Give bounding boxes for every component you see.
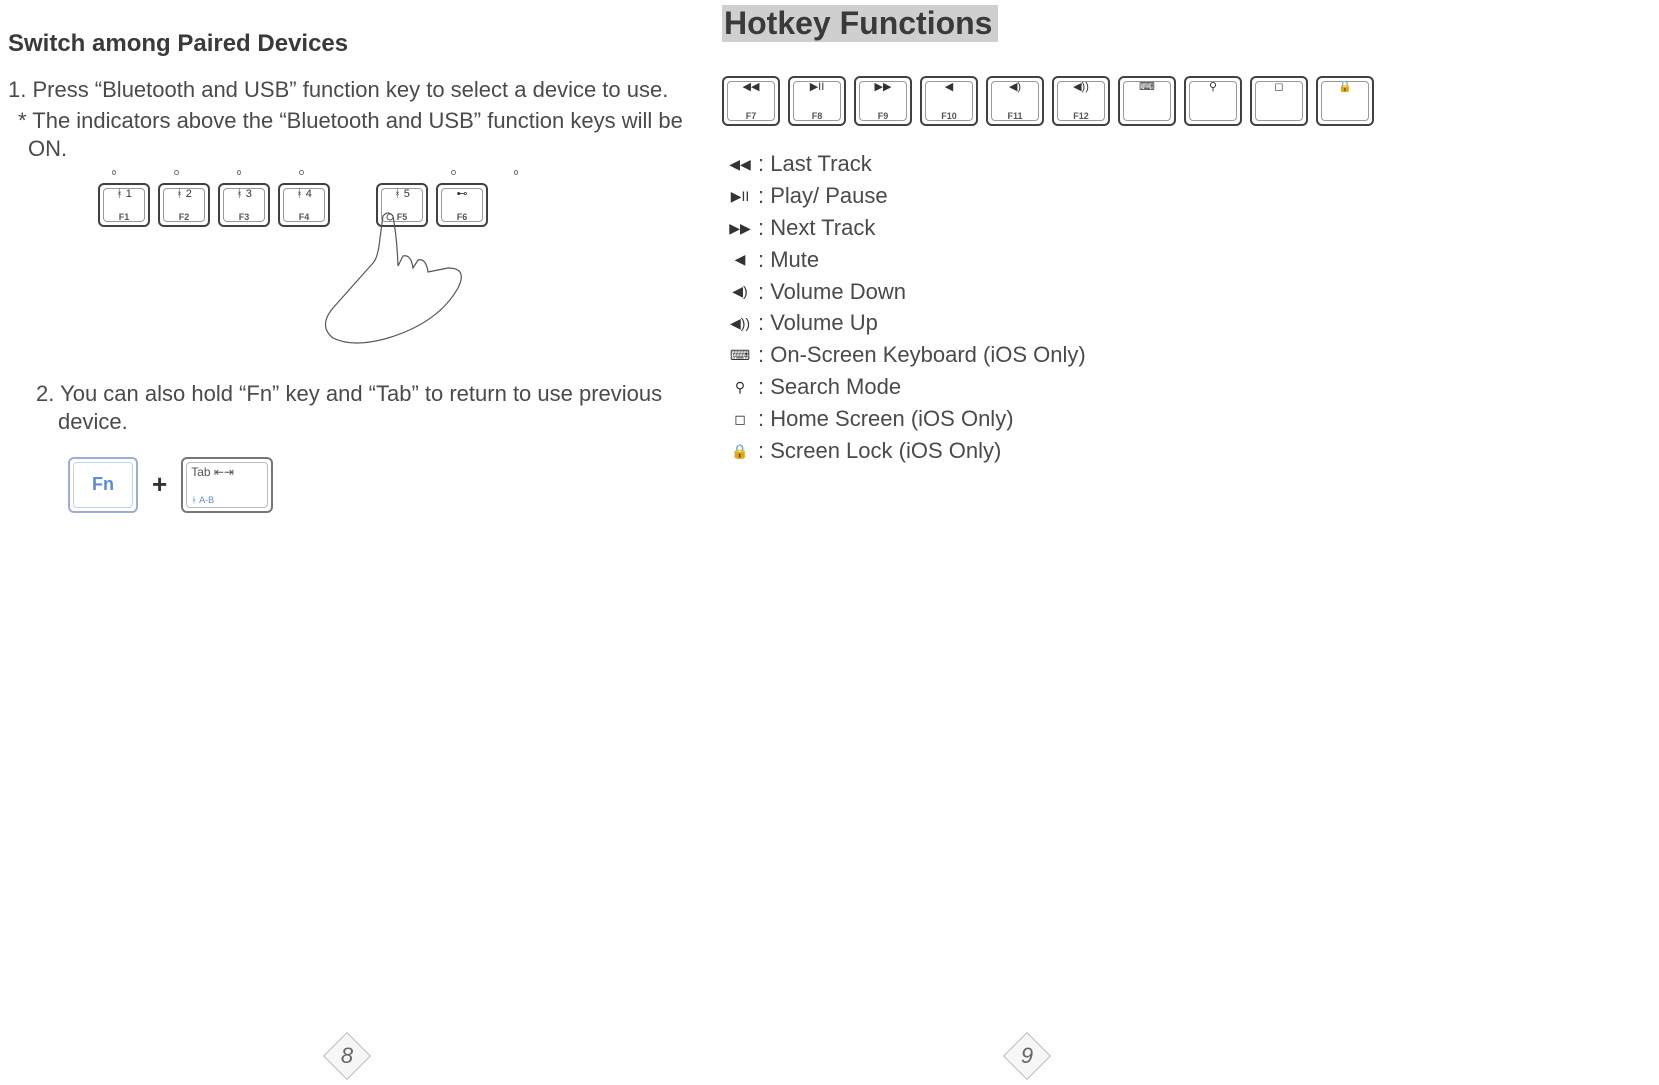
hotkey-function-list: ◀◀: Last Track ▶II: Play/ Pause ▶▶: Next…: [722, 148, 1412, 467]
keyboard-icon: ⌨: [722, 345, 758, 365]
forward-icon: ▶▶: [722, 218, 758, 238]
hotkey-keyrow: ◀◀F7 ▶IIF8 ▶▶F9 ◀F10 ◀)F11 ◀))F12 ⌨ ⚲ ◻ …: [722, 76, 1412, 126]
volume-down-icon: ◀): [722, 281, 758, 301]
hk-lock: 🔒: Screen Lock (iOS Only): [722, 435, 1412, 467]
hk-osk: ⌨: On-Screen Keyboard (iOS Only): [722, 339, 1412, 371]
play-pause-icon: ▶II: [722, 186, 758, 206]
lock-icon: 🔒: [722, 441, 758, 461]
page-number-right: 9: [1010, 1039, 1044, 1073]
key-osk: ⌨: [1118, 76, 1176, 126]
search-icon: ⚲: [722, 377, 758, 397]
rewind-icon: ◀◀: [722, 154, 758, 174]
key-f10: ◀F10: [920, 76, 978, 126]
key-f12: ◀))F12: [1052, 76, 1110, 126]
key-f9: ▶▶F9: [854, 76, 912, 126]
hand-icon: [298, 208, 498, 348]
fn-tab-combo: Fn + Tab ⇤⇥ ᚼ A-B: [68, 457, 700, 513]
key-lock: 🔒: [1316, 76, 1374, 126]
key-f11: ◀)F11: [986, 76, 1044, 126]
right-page: Hotkey Functions ◀◀F7 ▶IIF8 ▶▶F9 ◀F10 ◀)…: [712, 0, 1412, 1085]
mute-icon: ◀: [722, 249, 758, 269]
key-search: ⚲: [1184, 76, 1242, 126]
volume-up-icon: ◀)): [722, 313, 758, 333]
hk-last-track: ◀◀: Last Track: [722, 148, 1412, 180]
hotkey-title: Hotkey Functions: [722, 5, 998, 42]
left-page: Switch among Paired Devices 1. Press “Bl…: [0, 0, 700, 1085]
step-1-text: 1. Press “Bluetooth and USB” function ke…: [8, 76, 700, 105]
hk-vol-down: ◀): Volume Down: [722, 276, 1412, 308]
key-f8: ▶IIF8: [788, 76, 846, 126]
tab-key: Tab ⇤⇥ ᚼ A-B: [181, 457, 273, 513]
home-icon: ◻: [722, 409, 758, 429]
device-keys-diagram: ᚼ 1F1 ᚼ 2F2 ᚼ 3F3 ᚼ 4F4 ᚼ 5F5 ⊷F6: [98, 170, 518, 360]
hk-next-track: ▶▶: Next Track: [722, 212, 1412, 244]
device-key-f3: ᚼ 3F3: [218, 183, 270, 227]
section-title: Switch among Paired Devices: [8, 30, 700, 58]
fn-key: Fn: [68, 457, 138, 513]
step-2-text: 2. You can also hold “Fn” key and “Tab” …: [28, 380, 700, 437]
hk-mute: ◀: Mute: [722, 244, 1412, 276]
key-home: ◻: [1250, 76, 1308, 126]
hk-play-pause: ▶II: Play/ Pause: [722, 180, 1412, 212]
device-key-f1: ᚼ 1F1: [98, 183, 150, 227]
key-f7: ◀◀F7: [722, 76, 780, 126]
page-number-left: 8: [330, 1039, 364, 1073]
device-key-f2: ᚼ 2F2: [158, 183, 210, 227]
hk-home: ◻: Home Screen (iOS Only): [722, 403, 1412, 435]
plus-icon: +: [152, 469, 167, 500]
hk-vol-up: ◀)): Volume Up: [722, 307, 1412, 339]
hk-search: ⚲: Search Mode: [722, 371, 1412, 403]
note-text: * The indicators above the “Bluetooth an…: [8, 107, 700, 164]
